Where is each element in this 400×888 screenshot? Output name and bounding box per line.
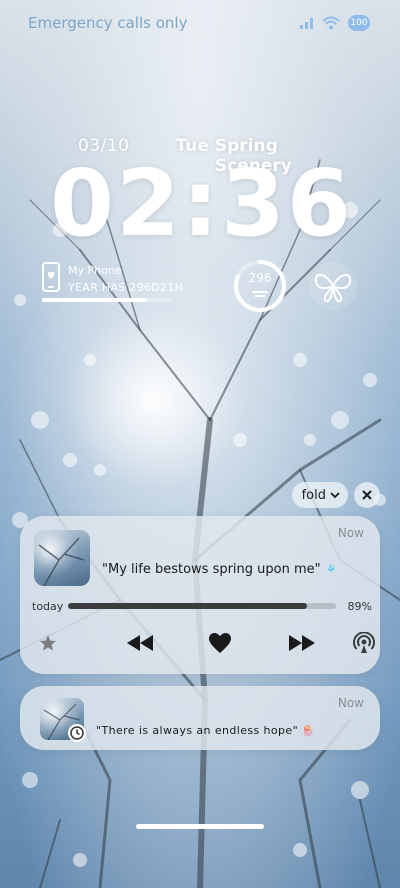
previous-button[interactable] [122,626,158,660]
progress-label: today [32,600,64,613]
year-progress-text: YEAR HAS 296D21H [68,281,184,294]
quote-notification-card[interactable]: Now "There is always an endless hope" 🪼 [20,686,380,750]
playback-progress-fill [68,603,307,609]
tree-branches-illustration [0,159,400,888]
airplay-icon [353,632,375,653]
music-notification-card[interactable]: Now "My life bestows spring upon me" 🎐 t… [20,516,380,674]
notification-time: Now [337,526,364,540]
clear-notifications-button[interactable] [354,482,380,508]
phone-widget[interactable]: My Phone YEAR HAS 296D21H [42,260,222,310]
broadcast-button[interactable] [350,626,378,660]
star-icon [40,635,56,651]
battery-icon: 100 [348,15,370,31]
fold-label: fold [301,487,326,503]
wallpaper-background [0,0,400,888]
butterfly-icon[interactable] [308,258,358,314]
heart-icon [209,633,231,653]
playback-progress-bar[interactable] [68,603,336,609]
clock-icon [68,724,86,742]
wifi-icon [322,16,340,30]
status-icons: 100 [300,15,370,31]
carrier-status-text: Emergency calls only [28,14,188,32]
chevron-down-icon [330,492,340,499]
butterfly-graphic [309,262,357,310]
signal-icon [300,18,313,29]
like-button[interactable] [204,626,236,660]
days-ring-widget[interactable]: 296 [232,258,288,314]
notification-time: Now [337,696,364,710]
hope-quote: "There is always an endless hope" 🪼 [96,724,315,737]
notification-controls: fold [291,482,380,508]
close-icon [362,490,372,500]
ring-value: 296 [248,271,272,285]
clock-icon-graphic [70,726,84,740]
next-button[interactable] [284,626,320,660]
home-indicator[interactable] [136,824,264,829]
progress-percent: 89% [347,600,372,613]
ring-icon [234,260,286,312]
year-progress-bar [42,298,172,302]
previous-icon [127,635,153,651]
clock-time: 02:36 [50,150,353,257]
phone-icon [42,262,60,292]
favorite-star-button[interactable] [34,626,62,660]
year-progress-fill [42,298,148,302]
album-art-branches [38,537,85,586]
album-art-thumbnail [34,530,90,586]
status-bar: Emergency calls only 100 [0,0,400,46]
playback-controls [34,626,375,660]
battery-level: 100 [350,18,368,28]
next-icon [289,635,315,651]
song-quote: "My life bestows spring upon me" 🎐 [102,562,338,577]
fold-button[interactable]: fold [291,482,348,508]
device-name-label: My Phone [68,264,122,277]
